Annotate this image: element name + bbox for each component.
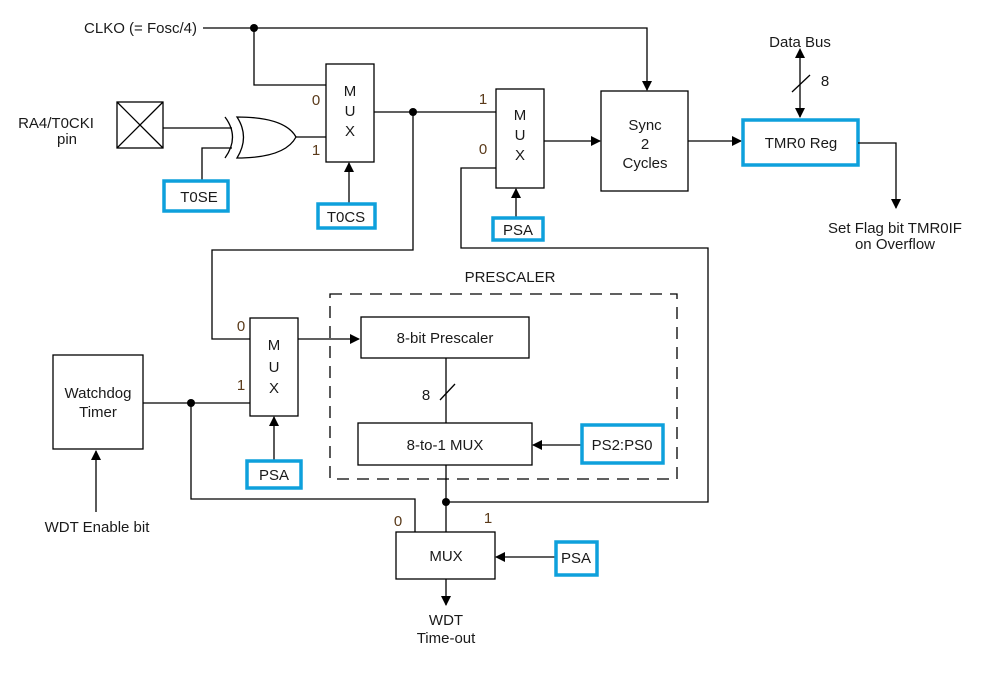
junction-dot — [442, 498, 450, 506]
mux-letter: U — [345, 103, 356, 120]
prescaler-width-label: 8 — [422, 387, 430, 404]
data-bus-label: Data Bus — [769, 34, 831, 51]
wdt-enable-label: WDT Enable bit — [45, 519, 151, 536]
t0se-label: T0SE — [180, 189, 218, 206]
mux-input-1-label: 1 — [484, 510, 492, 527]
wdt-timeout-label-2: Time-out — [417, 630, 476, 647]
sync-label: Cycles — [622, 155, 667, 172]
sync-label: Sync — [628, 117, 662, 134]
prescaler-title: PRESCALER — [465, 269, 556, 286]
diagram-canvas: CLKO (= Fosc/4) RA4/T0CKI pin T0SE M U X… — [18, 20, 962, 647]
clko-label: CLKO (= Fosc/4) — [84, 20, 197, 37]
mux-letter: M — [344, 83, 357, 100]
pin-icon — [116, 101, 164, 149]
flag-label: Set Flag bit TMR0IF — [828, 220, 962, 237]
pin-label-2: pin — [57, 131, 77, 148]
psa-label: PSA — [561, 550, 591, 567]
t0cs-label: T0CS — [327, 209, 365, 226]
mux-letter: M — [514, 107, 527, 124]
mux-input-0-label: 0 — [237, 318, 245, 335]
mux-input-1-label: 1 — [312, 142, 320, 159]
overflow-wire — [858, 142, 901, 209]
mux-letter: X — [515, 147, 525, 164]
flag-label-2: on Overflow — [855, 236, 935, 253]
bus-width-label: 8 — [821, 73, 829, 90]
mux-input-0-label: 0 — [312, 92, 320, 109]
mux-letter: X — [269, 380, 279, 397]
mux-input-1-label: 1 — [237, 377, 245, 394]
watchdog-timer-block — [52, 354, 144, 450]
8bit-prescaler-label: 8-bit Prescaler — [397, 330, 494, 347]
ps-label: PS2:PS0 — [592, 437, 653, 454]
wdt-timeout-label: WDT — [429, 612, 463, 629]
wdt-mux-label: MUX — [429, 548, 462, 565]
bus-width-slash — [791, 74, 811, 93]
8to1-mux-label: 8-to-1 MUX — [407, 437, 484, 454]
watchdog-label: Watchdog — [65, 385, 132, 402]
mux-letter: X — [345, 123, 355, 140]
sync-label: 2 — [641, 136, 649, 153]
tmr0-wdt-block-diagram: CLKO (= Fosc/4) RA4/T0CKI pin T0SE M U X… — [0, 0, 995, 691]
psa-label: PSA — [259, 467, 289, 484]
xor-gate-icon — [224, 116, 297, 159]
watchdog-label-2: Timer — [79, 404, 117, 421]
clko-wire — [203, 27, 652, 91]
bus-width-slash — [439, 383, 456, 401]
mux-letter: M — [268, 337, 281, 354]
mux-input-0-label: 0 — [394, 513, 402, 530]
mux-input-0-label: 0 — [479, 141, 487, 158]
mux-letter: U — [269, 359, 280, 376]
clko-to-mux-wire — [253, 28, 326, 86]
psa-label: PSA — [503, 222, 533, 239]
mux-input-1-label: 1 — [479, 91, 487, 108]
tmr0-label: TMR0 Reg — [765, 135, 838, 152]
pin-label: RA4/T0CKI — [18, 115, 94, 132]
mux-letter: U — [515, 127, 526, 144]
